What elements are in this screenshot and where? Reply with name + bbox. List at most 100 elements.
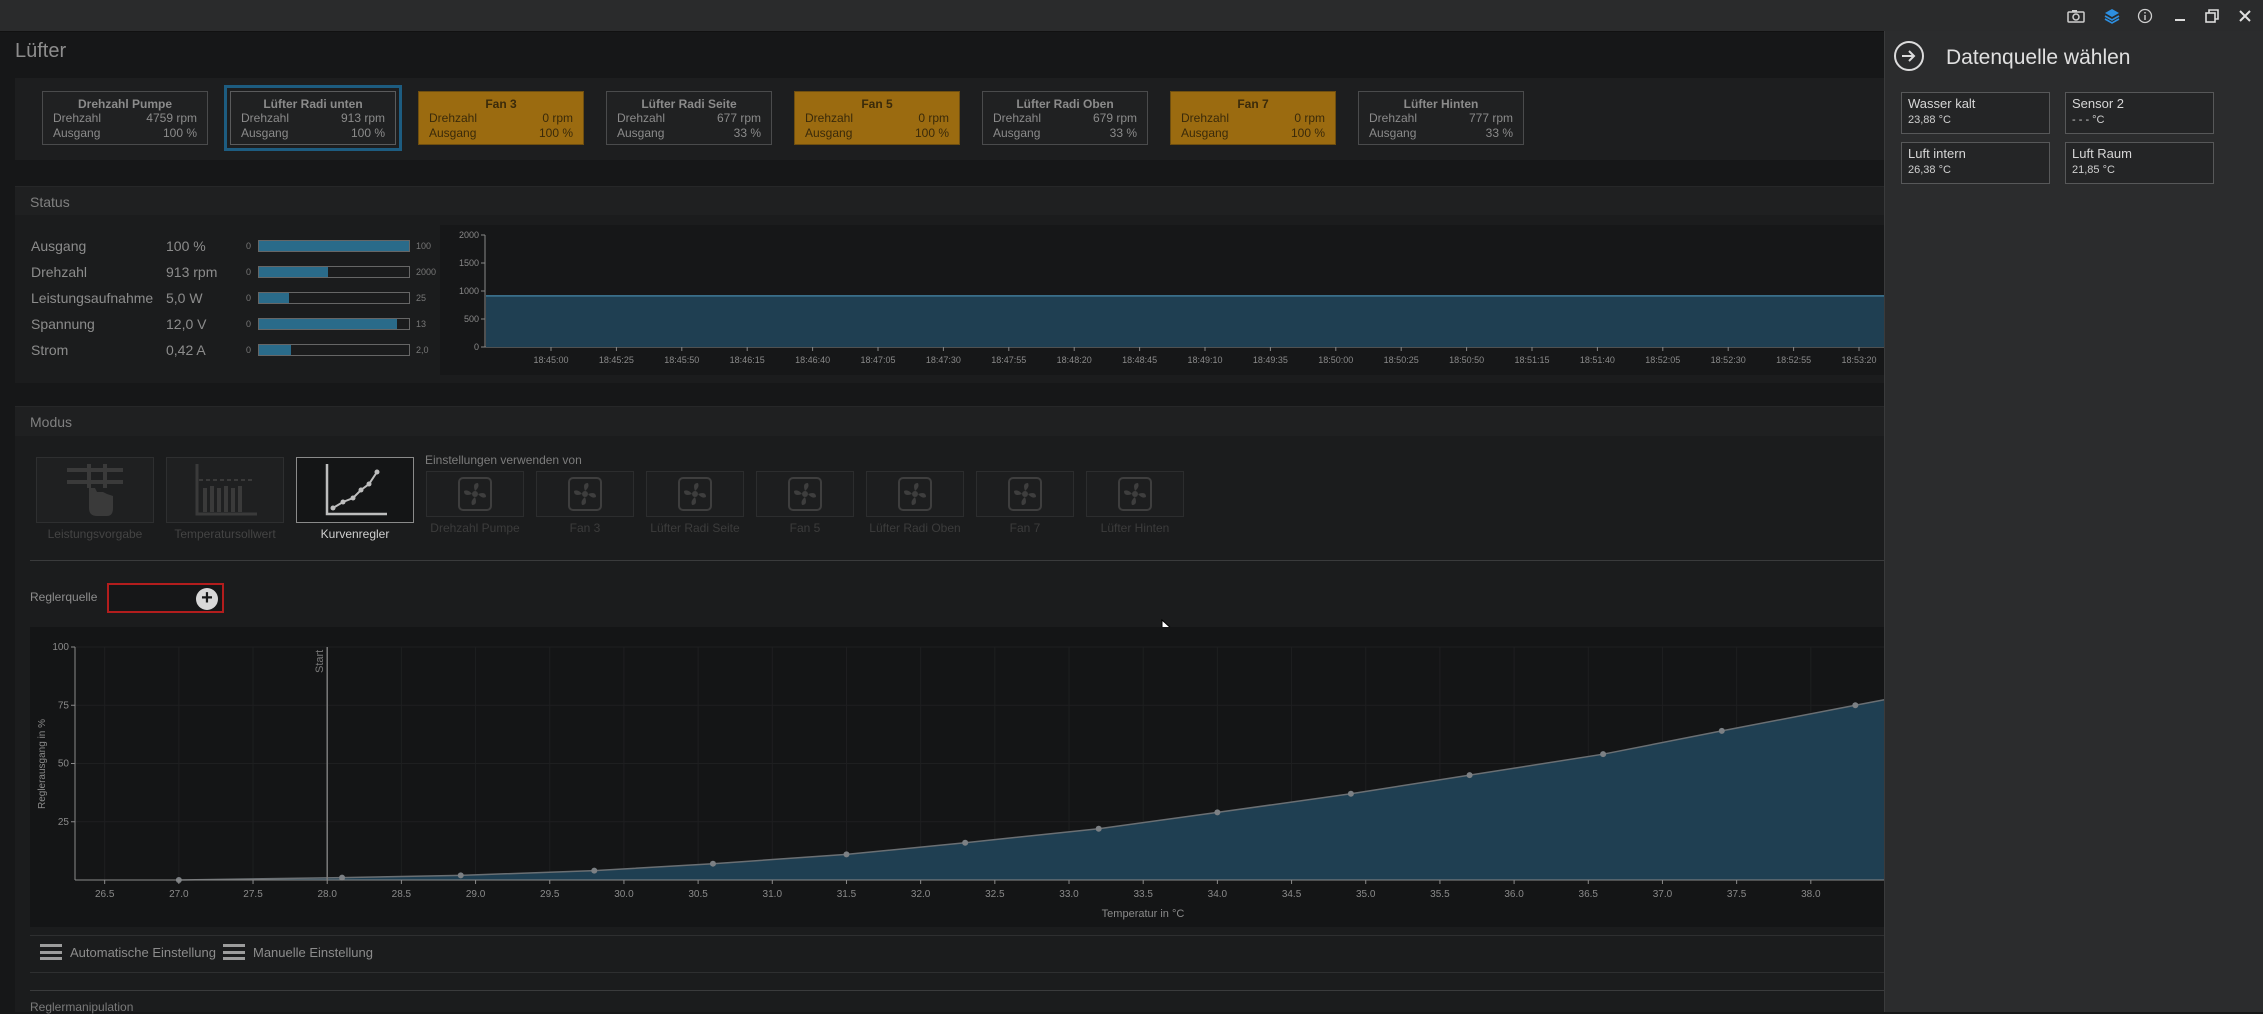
fan-icon	[1118, 477, 1152, 511]
settings-fan-button-5[interactable]	[866, 471, 964, 517]
fan-speed: 4759 rpm	[146, 111, 197, 125]
settings-fan-button-7[interactable]	[1086, 471, 1184, 517]
fan-output: 33 %	[733, 126, 761, 140]
x-tick-label: 38.0	[1801, 889, 1821, 900]
settings-fan-button-3[interactable]	[646, 471, 744, 517]
settings-fan-label: Drehzahl Pumpe	[430, 521, 520, 535]
y-tick-label: 2000	[459, 230, 479, 240]
info-icon[interactable]	[2135, 6, 2155, 26]
status-max: 13	[416, 319, 427, 329]
fan-name: Fan 7	[1237, 97, 1269, 111]
fan-name: Lüfter Radi unten	[263, 97, 363, 111]
x-tick-label: 18:52:55	[1776, 355, 1811, 365]
automatic-setting-button[interactable]: Automatische Einstellung	[40, 944, 216, 960]
x-tick-label: 18:45:25	[599, 355, 634, 365]
fan-output-label: Ausgang	[1181, 126, 1229, 140]
x-tick-label: 37.5	[1727, 889, 1747, 900]
x-tick-label: 18:47:30	[926, 355, 961, 365]
settings-fan-label: Lüfter Hinten	[1100, 521, 1170, 535]
fan-card-1[interactable]: Drehzahl Pumpe Drehzahl 4759 rpm Ausgang 100…	[42, 91, 208, 145]
x-tick-label: 36.5	[1579, 889, 1599, 900]
x-tick-label: 18:46:15	[730, 355, 765, 365]
data-source-tile[interactable]: Luft Raum 21,85 °C	[2065, 142, 2214, 184]
x-tick-label: 27.0	[169, 889, 189, 900]
fan-icon	[678, 477, 712, 511]
mode-button-kurvenregler[interactable]	[296, 457, 414, 523]
fan-card-8[interactable]: Lüfter Hinten Drehzahl 777 rpm Ausgang 33 %	[1358, 91, 1524, 145]
settings-fan-button-2[interactable]	[536, 471, 634, 517]
mode-button-leistungsvorgabe[interactable]	[36, 457, 154, 523]
fan-output-label: Ausgang	[1369, 126, 1417, 140]
speed-area	[486, 295, 1885, 347]
restore-icon[interactable]	[2202, 6, 2222, 26]
back-arrow-icon[interactable]	[1894, 41, 1924, 71]
fan-icon	[458, 477, 492, 511]
x-tick-label: 18:51:15	[1514, 355, 1549, 365]
status-label: Drehzahl	[31, 264, 88, 280]
x-tick-label: 28.5	[392, 889, 412, 900]
settings-fan-button-4[interactable]	[756, 471, 854, 517]
x-tick-label: 29.5	[540, 889, 560, 900]
source-name: Luft Raum	[2072, 146, 2132, 161]
x-tick-label: 18:49:10	[1187, 355, 1222, 365]
status-row: Ausgang 100 % 0 100	[31, 236, 431, 256]
data-source-tile[interactable]: Sensor 2 - - - °C	[2065, 92, 2214, 134]
curve-point	[1347, 790, 1354, 797]
fan-speed-label: Drehzahl	[1369, 111, 1418, 125]
camera-icon[interactable]	[2066, 6, 2086, 26]
settings-fan-label: Lüfter Radi Oben	[869, 521, 961, 535]
x-tick-label: 36.0	[1504, 889, 1524, 900]
x-tick-label: 18:48:20	[1057, 355, 1092, 365]
settings-fan-label: Fan 7	[1009, 521, 1041, 535]
speed-history-chart: 2000 1500 1000 500 0 18:45:00 18:45:25 18:45:50…	[440, 225, 1885, 375]
x-tick-label: 18:50:00	[1318, 355, 1353, 365]
x-tick-label: 29.0	[466, 889, 486, 900]
reglerquelle-input[interactable]: +	[107, 583, 224, 613]
fan-card-3[interactable]: Fan 3 Drehzahl 0 rpm Ausgang 100 %	[418, 91, 584, 145]
status-row: Spannung 12,0 V 0 13	[31, 314, 426, 334]
source-value: 21,85 °C	[2072, 164, 2115, 176]
manual-control-icon	[67, 464, 123, 516]
layers-icon[interactable]	[2102, 6, 2122, 26]
fan-curve-chart[interactable]: Start 100 75 50 25 26.5 27.0 27.5 28.0 28.5 29.0 29…	[30, 627, 1885, 927]
settings-fan-button-6[interactable]	[976, 471, 1074, 517]
fan-output-label: Ausgang	[429, 126, 477, 140]
fan-speed: 777 rpm	[1468, 111, 1513, 125]
status-min: 0	[246, 293, 252, 303]
fan-card-4[interactable]: Lüfter Radi Seite Drehzahl 677 rpm Ausgang 3…	[606, 91, 772, 145]
minimize-icon[interactable]	[2170, 6, 2190, 26]
status-bar-fill	[259, 241, 409, 251]
fan-card-7[interactable]: Fan 7 Drehzahl 0 rpm Ausgang 100 %	[1170, 91, 1336, 145]
status-label: Ausgang	[31, 238, 87, 254]
settings-fan-label: Lüfter Radi Seite	[650, 521, 740, 535]
y-axis-label: Reglerausgang in %	[37, 719, 48, 809]
x-tick-label: 18:50:50	[1449, 355, 1484, 365]
x-axis-label: Temperatur in °C	[1102, 908, 1185, 920]
fan-speed-label: Drehzahl	[1181, 111, 1230, 125]
status-min: 0	[246, 267, 252, 277]
manual-setting-button[interactable]: Manuelle Einstellung	[223, 944, 373, 960]
window-title-bar	[0, 0, 2263, 32]
x-tick-label: 18:51:40	[1580, 355, 1615, 365]
close-icon[interactable]	[2235, 6, 2255, 26]
fan-speed: 677 rpm	[716, 111, 761, 125]
data-source-tile[interactable]: Luft intern 26,38 °C	[1901, 142, 2050, 184]
y-tick-label: 500	[464, 314, 479, 324]
x-tick-label: 18:50:25	[1384, 355, 1419, 365]
fan-output: 100 %	[1290, 126, 1325, 140]
fan-card-5[interactable]: Fan 5 Drehzahl 0 rpm Ausgang 100 %	[794, 91, 960, 145]
x-tick-label: 30.0	[614, 889, 634, 900]
status-min: 0	[246, 345, 252, 355]
status-bar	[258, 292, 410, 304]
fan-card-2[interactable]: Lüfter Radi unten Drehzahl 913 rpm Ausgang 1…	[224, 85, 402, 151]
manual-setting-label: Manuelle Einstellung	[253, 944, 373, 960]
status-row: Drehzahl 913 rpm 0 2000	[31, 262, 436, 282]
data-source-tile[interactable]: Wasser kalt 23,88 °C	[1901, 92, 2050, 134]
fan-card-6[interactable]: Lüfter Radi Oben Drehzahl 679 rpm Ausgang 33…	[982, 91, 1148, 145]
mode-button-temperatursollwert[interactable]	[166, 457, 284, 523]
fan-icon	[1008, 477, 1042, 511]
settings-fan-button-1[interactable]	[426, 471, 524, 517]
fan-speed-label: Drehzahl	[53, 111, 102, 125]
x-tick-label: 18:52:30	[1711, 355, 1746, 365]
add-source-icon[interactable]: +	[196, 588, 218, 610]
